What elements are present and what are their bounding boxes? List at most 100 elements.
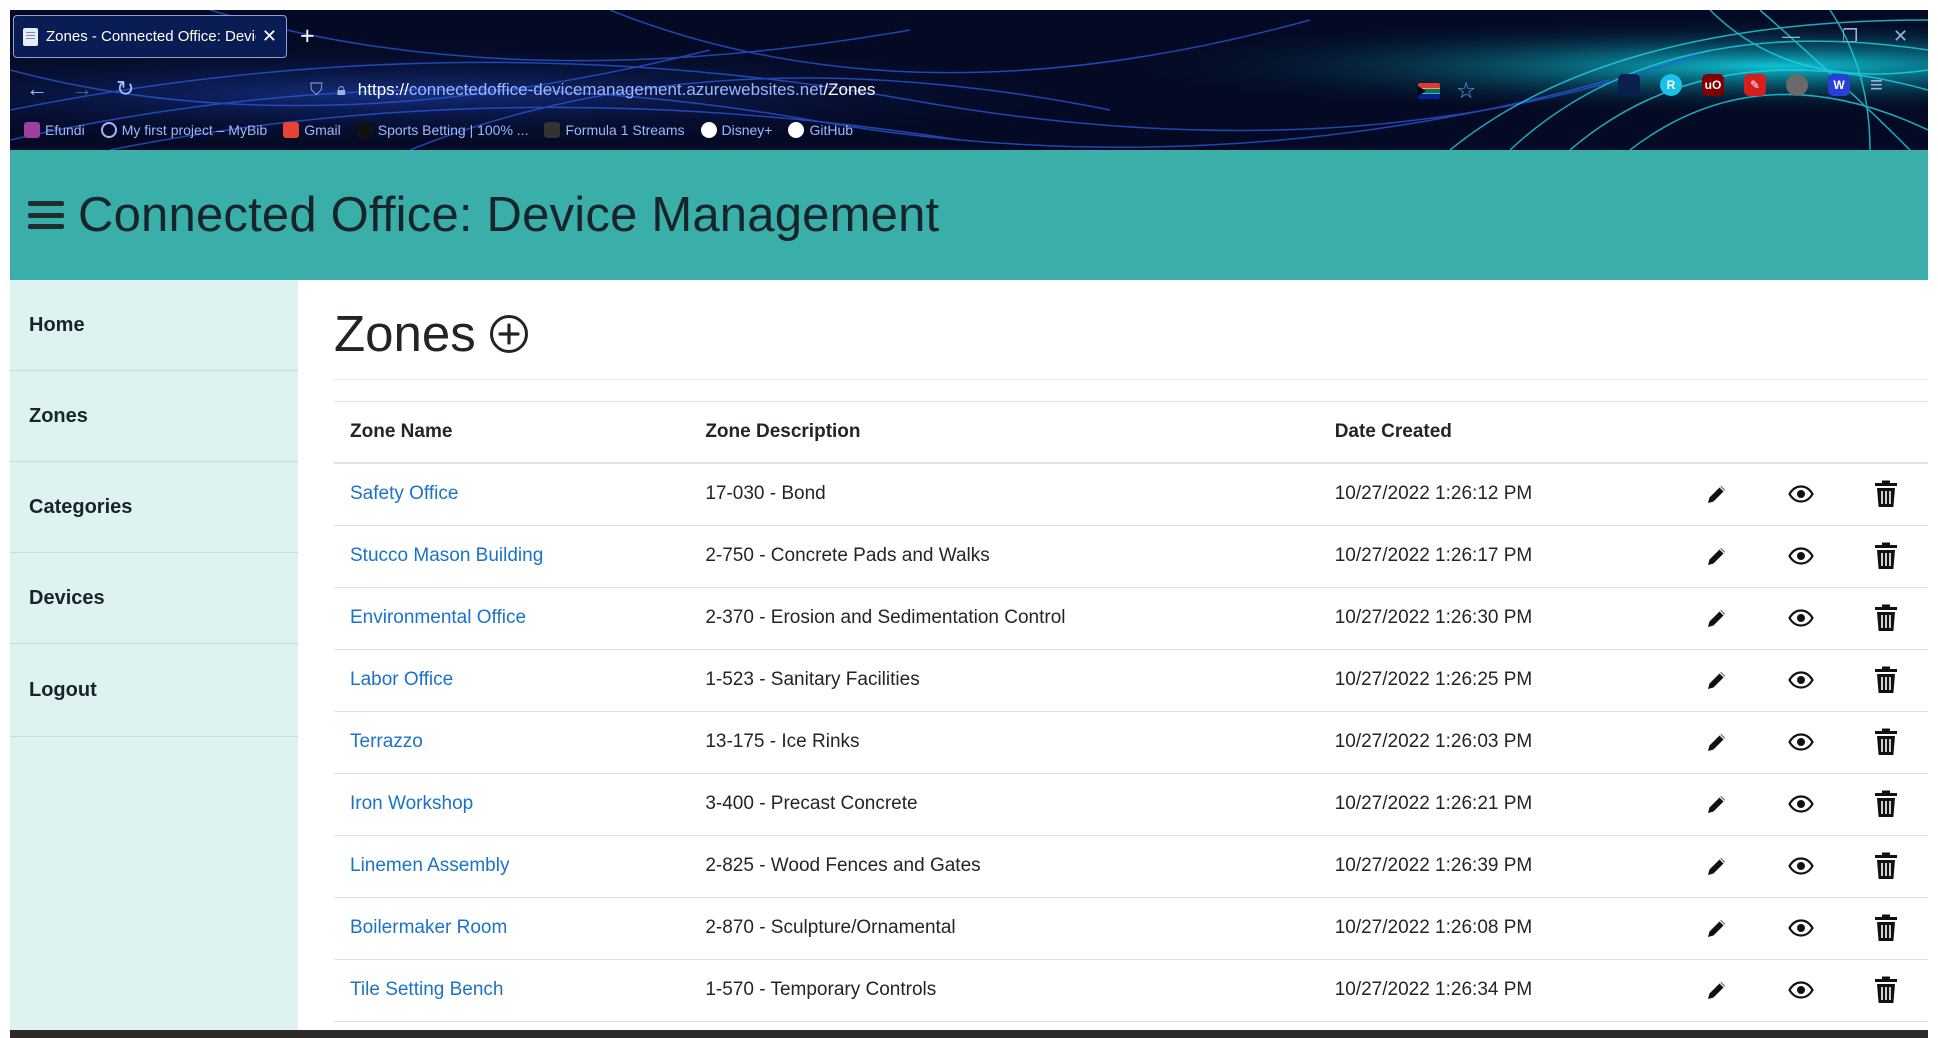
bookmark-formula1[interactable]: Formula 1 Streams <box>544 122 685 138</box>
betway-icon <box>356 122 373 138</box>
edit-button[interactable] <box>1675 649 1760 712</box>
bookmark-mybib[interactable]: My first project – MyBib <box>100 122 268 138</box>
w-extension-icon[interactable]: W <box>1828 74 1850 96</box>
zone-date-created: 10/27/2022 1:26:21 PM <box>1318 773 1676 836</box>
shield-icon[interactable]: ⛉ <box>310 80 323 100</box>
zone-description: 1-523 - Sanitary Facilities <box>689 649 1319 712</box>
pencil-icon <box>1708 796 1726 813</box>
eye-icon <box>1788 857 1815 875</box>
sidebar-item-categories[interactable]: Categories <box>10 462 298 553</box>
edit-button[interactable] <box>1675 773 1760 836</box>
bookmark-sports-betting[interactable]: Sports Betting | 100% ... <box>356 122 529 138</box>
browser-tab[interactable]: Zones - Connected Office: Devic ✕ <box>13 15 287 58</box>
edit-button[interactable] <box>1675 835 1760 898</box>
bookmark-label: Disney+ <box>721 122 773 138</box>
details-button[interactable] <box>1759 587 1844 650</box>
zone-date-created: 10/27/2022 1:26:03 PM <box>1318 711 1676 774</box>
pencil-icon <box>1708 610 1726 627</box>
edit-button[interactable] <box>1675 525 1760 588</box>
details-button[interactable] <box>1759 959 1844 1022</box>
zone-name-link[interactable]: Environmental Office <box>334 587 690 650</box>
delete-button[interactable] <box>1843 897 1928 960</box>
details-button[interactable] <box>1759 897 1844 960</box>
add-zone-icon[interactable] <box>489 314 529 354</box>
pocket-icon[interactable] <box>1618 74 1640 96</box>
table-row: Environmental Office 2-370 - Erosion and… <box>334 587 1928 650</box>
close-tab-icon[interactable]: ✕ <box>262 26 277 47</box>
tab-title: Zones - Connected Office: Devic <box>46 28 256 45</box>
column-header-edit <box>1675 402 1760 464</box>
efundi-icon <box>24 122 40 138</box>
sidebar-item-logout[interactable]: Logout <box>10 644 298 737</box>
edit-button[interactable] <box>1675 463 1760 526</box>
details-button[interactable] <box>1759 711 1844 774</box>
sidebar-item-zones[interactable]: Zones <box>10 371 298 462</box>
bookmark-label: Formula 1 Streams <box>565 122 685 138</box>
menu-icon[interactable]: ≡ <box>1870 72 1883 98</box>
bookmark-star-icon[interactable]: ☆ <box>1456 78 1476 104</box>
ublock-icon[interactable]: uO <box>1702 74 1724 96</box>
edit-button[interactable] <box>1675 897 1760 960</box>
back-icon[interactable]: ← <box>26 78 48 100</box>
pencil-icon <box>1708 548 1726 565</box>
bookmark-efundi[interactable]: Efundi <box>24 122 85 138</box>
zone-name-link[interactable]: Linemen Assembly <box>334 835 690 898</box>
zone-name-link[interactable]: Iron Workshop <box>334 773 690 836</box>
delete-button[interactable] <box>1843 525 1928 588</box>
close-window-icon[interactable]: ✕ <box>1893 26 1908 47</box>
table-row: Labor Office 1-523 - Sanitary Facilities… <box>334 649 1928 712</box>
table-row: Safety Office 17-030 - Bond 10/27/2022 1… <box>334 463 1928 526</box>
edit-button[interactable] <box>1675 711 1760 774</box>
pencil-icon <box>1708 858 1726 875</box>
south-africa-flag-icon[interactable] <box>1418 83 1441 99</box>
zone-description: 2-825 - Wood Fences and Gates <box>689 835 1319 898</box>
edit-button[interactable] <box>1675 587 1760 650</box>
bookmark-label: My first project – MyBib <box>121 122 268 138</box>
bookmark-label: Sports Betting | 100% ... <box>377 122 529 138</box>
details-button[interactable] <box>1759 649 1844 712</box>
zone-name-link[interactable]: Stucco Mason Building <box>334 525 690 588</box>
details-button[interactable] <box>1759 525 1844 588</box>
eye-icon <box>1788 485 1815 503</box>
gmail-icon <box>283 122 300 138</box>
bookmark-disney[interactable]: Disney+ <box>700 122 773 138</box>
lock-icon[interactable]: 🔒︎ <box>337 80 346 100</box>
bookmark-github[interactable]: GitHub <box>788 122 853 138</box>
sidebar-item-devices[interactable]: Devices <box>10 553 298 644</box>
address-bar[interactable]: ⛉ 🔒︎ https://connectedoffice-devicemanag… <box>300 70 1476 110</box>
edit-button[interactable] <box>1675 959 1760 1022</box>
zone-name-link[interactable]: Boilermaker Room <box>334 897 690 960</box>
forward-icon[interactable]: → <box>71 78 93 100</box>
minimize-icon[interactable]: — <box>1782 26 1800 47</box>
details-button[interactable] <box>1759 773 1844 836</box>
table-header-row: Zone Name Zone Description Date Created <box>334 402 1928 464</box>
restore-icon[interactable]: ❐ <box>1842 26 1858 47</box>
window-frame-top <box>0 0 1938 10</box>
delete-button[interactable] <box>1843 463 1928 526</box>
circle-extension-icon[interactable] <box>1786 74 1808 96</box>
r-extension-icon[interactable]: R <box>1660 74 1682 96</box>
zone-name-link[interactable]: Tile Setting Bench <box>334 959 690 1022</box>
zone-name-link[interactable]: Terrazzo <box>334 711 690 774</box>
trash-icon <box>1874 914 1897 941</box>
reload-icon[interactable]: ↻ <box>116 78 134 100</box>
new-tab-button[interactable]: + <box>300 24 315 49</box>
details-button[interactable] <box>1759 463 1844 526</box>
zone-description: 3-400 - Precast Concrete <box>689 773 1319 836</box>
trash-icon <box>1874 852 1897 879</box>
delete-button[interactable] <box>1843 711 1928 774</box>
bookmark-gmail[interactable]: Gmail <box>283 122 341 138</box>
zone-name-link[interactable]: Safety Office <box>334 463 690 526</box>
sidebar-item-home[interactable]: Home <box>10 280 298 371</box>
hamburger-menu-icon[interactable] <box>28 201 64 229</box>
url-text[interactable]: https://connectedoffice-devicemanagement… <box>358 80 876 100</box>
delete-button[interactable] <box>1843 835 1928 898</box>
delete-button[interactable] <box>1843 649 1928 712</box>
zone-name-link[interactable]: Labor Office <box>334 649 690 712</box>
details-button[interactable] <box>1759 835 1844 898</box>
pen-extension-icon[interactable]: ✎ <box>1744 74 1766 96</box>
delete-button[interactable] <box>1843 587 1928 650</box>
delete-button[interactable] <box>1843 959 1928 1022</box>
column-header-date-created: Date Created <box>1318 402 1676 464</box>
delete-button[interactable] <box>1843 773 1928 836</box>
